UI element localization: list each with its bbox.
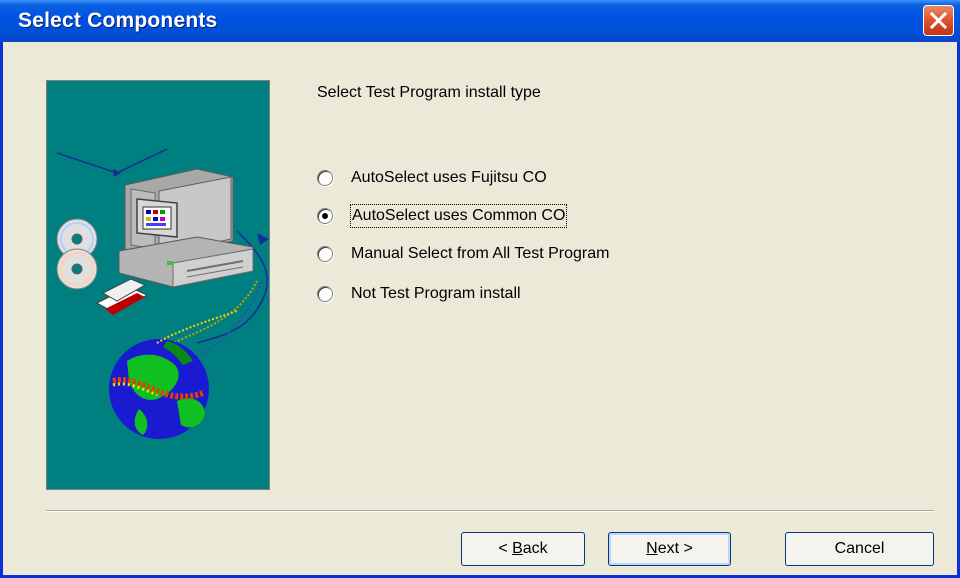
option-label[interactable]: Not Test Program install	[351, 283, 521, 305]
radio-button[interactable]	[317, 170, 333, 186]
back-button[interactable]: < Back	[461, 532, 585, 566]
close-icon	[930, 12, 947, 29]
back-rest: ack	[522, 540, 548, 557]
cancel-button-label: Cancel	[834, 540, 885, 557]
next-rest: ext >	[657, 540, 693, 557]
separator	[46, 510, 934, 512]
back-mnemonic: B	[512, 540, 523, 557]
option-label[interactable]: Manual Select from All Test Program	[351, 243, 609, 265]
next-button-label: Next >	[646, 540, 693, 558]
dialog-window: Select Components Select Test Program in…	[0, 0, 960, 578]
next-button[interactable]: Next >	[608, 532, 731, 566]
close-button[interactable]	[923, 5, 954, 36]
option-label[interactable]: AutoSelect uses Common CO	[349, 204, 568, 228]
window-title: Select Components	[18, 9, 218, 32]
option-label[interactable]: AutoSelect uses Fujitsu CO	[351, 167, 547, 189]
title-bar[interactable]: Select Components	[0, 0, 960, 42]
radio-button[interactable]	[317, 286, 333, 302]
computer-globe-illustration	[56, 148, 269, 439]
back-prefix: <	[498, 540, 513, 557]
back-button-label: < Back	[498, 540, 547, 558]
radio-button[interactable]	[317, 246, 333, 262]
install-type-prompt: Select Test Program install type	[317, 84, 541, 101]
cancel-button[interactable]: Cancel	[785, 532, 934, 566]
next-mnemonic: N	[646, 540, 658, 557]
radio-button-selected[interactable]	[317, 208, 333, 224]
wizard-illustration	[46, 80, 270, 490]
